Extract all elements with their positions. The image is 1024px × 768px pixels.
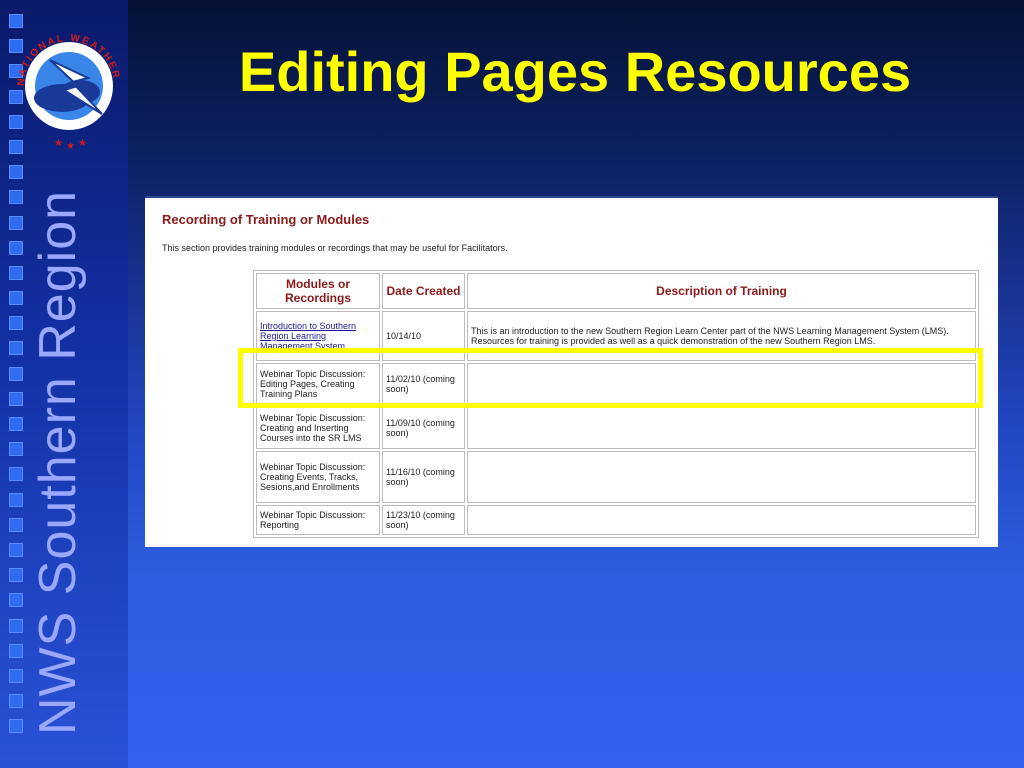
column-header-modules: Modules or Recordings [256, 273, 380, 309]
module-cell: Webinar Topic Discussion: Reporting [256, 505, 380, 535]
table-header-row: Modules or Recordings Date Created Descr… [256, 273, 976, 309]
module-cell: Webinar Topic Discussion: Creating and I… [256, 407, 380, 449]
description-cell [467, 505, 976, 535]
table-row: Webinar Topic Discussion: Creating and I… [256, 407, 976, 449]
table-row: Introduction to Southern Region Learning… [256, 311, 976, 361]
column-header-description: Description of Training [467, 273, 976, 309]
table-row: Webinar Topic Discussion: Reporting 11/2… [256, 505, 976, 535]
description-cell: This is an introduction to the new South… [467, 311, 976, 361]
slide-title: Editing Pages Resources [238, 40, 912, 103]
description-cell [467, 407, 976, 449]
module-cell: Webinar Topic Discussion: Creating Event… [256, 451, 380, 503]
date-cell: 11/16/10 (coming soon) [382, 451, 465, 503]
description-cell [467, 363, 976, 405]
embedded-screenshot: Recording of Training or Modules This se… [145, 196, 998, 547]
date-cell: 11/02/10 (coming soon) [382, 363, 465, 405]
svg-text:★: ★ [78, 138, 87, 149]
module-link[interactable]: Introduction to Southern Region Learning… [260, 321, 356, 351]
description-cell [467, 451, 976, 503]
module-cell: Webinar Topic Discussion: Editing Pages,… [256, 363, 380, 405]
nws-logo-icon: NATIONAL WEATHER SERVICE ★ ★ ★ [10, 20, 120, 152]
sidebar-region-text: NWS Southern Region [29, 189, 87, 735]
date-cell: 10/14/10 [382, 311, 465, 361]
section-heading: Recording of Training or Modules [162, 212, 370, 227]
svg-text:★: ★ [54, 138, 63, 149]
column-header-date: Date Created [382, 273, 465, 309]
section-intro: This section provides training modules o… [162, 243, 508, 253]
table-row: Webinar Topic Discussion: Creating Event… [256, 451, 976, 503]
svg-text:★: ★ [66, 141, 75, 152]
training-table: Modules or Recordings Date Created Descr… [253, 270, 979, 538]
date-cell: 11/23/10 (coming soon) [382, 505, 465, 535]
date-cell: 11/09/10 (coming soon) [382, 407, 465, 449]
table-row: Webinar Topic Discussion: Editing Pages,… [256, 363, 976, 405]
